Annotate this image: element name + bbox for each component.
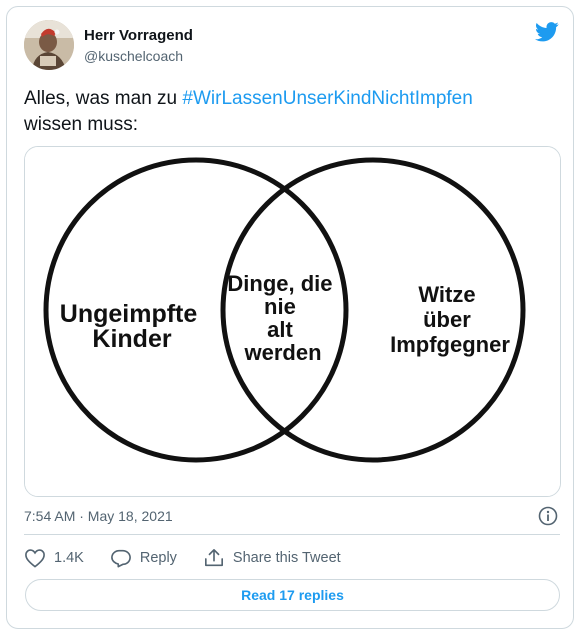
avatar[interactable] xyxy=(24,20,74,70)
twitter-bird-icon[interactable] xyxy=(535,22,559,42)
like-button[interactable]: 1.4K xyxy=(24,548,84,568)
tweet-text: Alles, was man zu #WirLassenUnserKindNic… xyxy=(24,86,554,138)
tweet-text-before: Alles, was man zu xyxy=(24,88,183,109)
tweet-text-after: wissen muss: xyxy=(24,114,139,135)
read-replies-button[interactable]: Read 17 replies xyxy=(25,579,560,611)
reply-icon xyxy=(110,549,131,568)
tweet-timestamp[interactable]: 7:54 AM · May 18, 2021 xyxy=(24,508,173,524)
author-name[interactable]: Herr Vorragend xyxy=(84,27,193,44)
info-icon[interactable] xyxy=(538,506,558,526)
tweet-image[interactable]: Ungeimpfte Kinder Dinge, die nie alt wer… xyxy=(24,146,561,497)
heart-icon xyxy=(25,549,45,568)
share-button[interactable]: Share this Tweet xyxy=(203,548,341,568)
reply-button[interactable]: Reply xyxy=(110,548,177,568)
share-label: Share this Tweet xyxy=(232,550,341,566)
reply-label: Reply xyxy=(139,550,177,566)
like-count: 1.4K xyxy=(54,550,84,566)
divider xyxy=(24,534,560,535)
share-icon xyxy=(204,549,223,567)
hashtag-link[interactable]: #WirLassenUnserKindNichtImpfen xyxy=(182,88,472,109)
author-handle[interactable]: @kuschelcoach xyxy=(84,48,183,64)
action-bar: 1.4K Reply Share this Tweet xyxy=(24,545,341,571)
